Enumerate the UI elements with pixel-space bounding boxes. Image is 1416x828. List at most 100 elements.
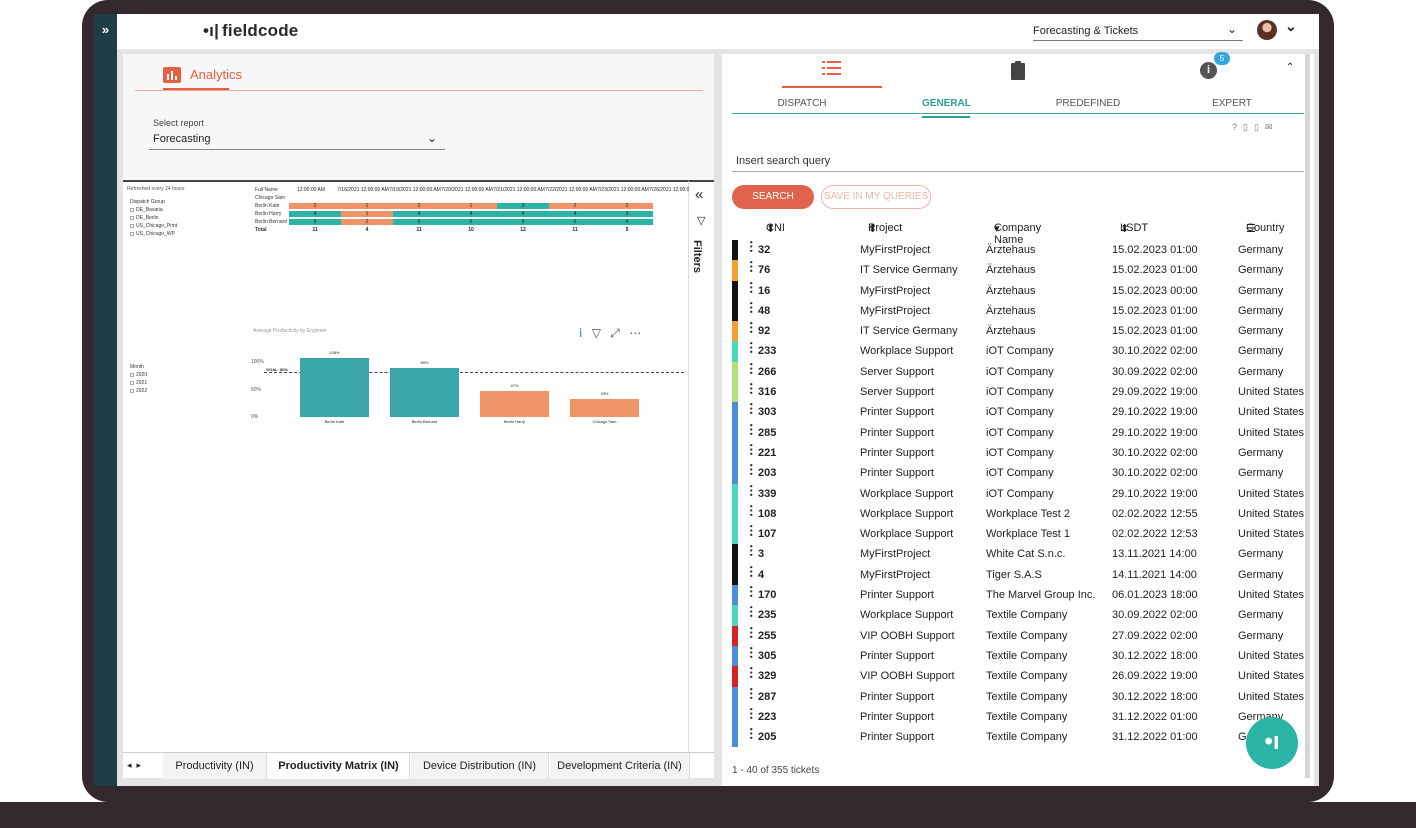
report-page-tab[interactable]: Productivity Matrix (IN) [268,753,410,779]
table-row[interactable]: ⋯ 303 Printer Support iOT Company 29.10.2022… [732,402,1314,423]
checkbox-icon[interactable] [130,372,134,377]
cell-company: iOT Company [986,467,1054,480]
collapse-left-icon[interactable]: « [695,186,703,203]
dispatch-group-slicer[interactable]: Dispatch Group DE_Bavaria DE_Berlin US_Chi… [130,199,177,239]
dispatch-group-option[interactable]: DE_Bavaria [130,207,177,213]
table-row[interactable]: ⋯ 48 MyFirstProject Ärztehaus 15.02.2023 01:… [732,300,1314,322]
fieldcode-logo[interactable]: •ı| fieldcode [203,21,298,41]
tab-general[interactable]: GENERAL [922,98,971,118]
table-row[interactable]: ⋯ 221 Printer Support iOT Company 30.10.2022… [732,442,1314,464]
cell-lsdt: 15.02.2023 01:00 [1112,325,1198,338]
chart-bar[interactable]: 33% Chicago Sam [570,391,639,424]
tab-dispatch[interactable]: DISPATCH [762,98,842,118]
user-menu-chevron-icon[interactable]: ⌄ [1285,18,1297,35]
table-row[interactable]: ⋯ 92 IT Service Germany Ärztehaus 15.02.2023… [732,321,1314,342]
cell-lsdt: 26.09.2022 19:00 [1112,670,1198,683]
checkbox-icon[interactable] [130,388,134,393]
chart-bar[interactable]: 47% Berlin Harry [480,383,549,424]
table-row[interactable]: ⋯ 170 Printer Support The Marvel Group Inc.… [732,585,1314,606]
table-row[interactable]: ⋯ 316 Server Support iOT Company 29.09.2022 … [732,382,1314,403]
col-company[interactable]: Company Name ▾ [994,222,1041,246]
project-color-strip [732,625,738,646]
table-row[interactable]: ⋯ 266 Server Support iOT Company 30.09.2022 … [732,361,1314,383]
cell-country: Germany [1238,345,1284,358]
table-row[interactable]: ⋯ 233 Workplace Support iOT Company 30.10.20… [732,341,1314,362]
query-tools-icons[interactable]: ?▯▯✉ [1232,122,1278,133]
select-report-dropdown[interactable]: Forecasting ⌄ [149,130,445,150]
table-row[interactable]: ⋯ 76 IT Service Germany Ärztehaus 15.02.2023… [732,260,1314,281]
table-row[interactable]: ⋯ 305 Printer Support Textile Company 30.12.… [732,645,1314,667]
table-row[interactable]: ⋯ 3 MyFirstProject White Cat S.n.c. 13.11.20… [732,544,1314,565]
table-row[interactable]: ⋯ 235 Workplace Support Textile Company 30.0… [732,605,1314,626]
table-row[interactable]: ⋯ 205 Printer Support Textile Company 31.12.… [732,727,1314,748]
table-row[interactable]: ⋯ 4 MyFirstProject Tiger S.A.S 14.11.2021 14… [732,564,1314,586]
chart-bar[interactable]: 89% Berlin Bernard [390,360,459,424]
table-row[interactable]: ⋯ 16 MyFirstProject Ärztehaus 15.02.2023 00:… [732,280,1314,301]
matrix-cell: 5 [549,219,601,225]
save-query-button[interactable]: SAVE IN MY QUERIES [821,185,931,209]
cell-country: United States [1238,670,1305,683]
table-row[interactable]: ⋯ 223 Printer Support Textile Company 31.12.… [732,706,1314,728]
scrollbar[interactable] [1305,54,1310,778]
table-row[interactable]: ⋯ 287 Printer Support Textile Company 30.12.… [732,686,1314,707]
info-icon[interactable]: i [1200,62,1217,79]
table-row[interactable]: ⋯ 255 VIP OOBH Support Textile Company 27.09… [732,625,1314,646]
clipboard-icon[interactable] [968,60,1068,88]
cell-project: Workplace Support [860,528,954,541]
cell-lsdt: 13.11.2021 14:00 [1112,548,1197,561]
col-country[interactable]: Country ☰ [1246,222,1285,235]
chart-bar[interactable]: 108% Berlin Kate [300,350,369,424]
table-row[interactable]: ⋯ 108 Workplace Support Workplace Test 2 02.… [732,503,1314,525]
avatar[interactable] [1257,20,1277,40]
notification-badge: 5 [1214,52,1230,65]
col-project[interactable]: Project ⬍ [868,222,902,235]
report-page-tab[interactable]: Development Criteria (IN) [550,753,690,779]
cell-lsdt: 30.10.2022 02:00 [1112,345,1198,358]
cell-company: iOT Company [986,446,1054,459]
cell-company: Workplace Test 1 [986,528,1070,541]
cell-country: United States [1238,406,1305,419]
table-row[interactable]: ⋯ 285 Printer Support iOT Company 29.10.2022… [732,422,1314,443]
collapse-up-icon[interactable]: ⌃ [1286,62,1294,73]
dispatch-group-option[interactable]: US_Chicago_Print [130,223,177,229]
project-color-strip [732,483,738,504]
table-row[interactable]: ⋯ 32 MyFirstProject Ärztehaus 15.02.2023 01:… [732,240,1314,261]
matrix-cell: 5 [445,219,497,225]
table-row[interactable]: ⋯ 339 Workplace Support iOT Company 29.10.20… [732,483,1314,504]
report-page-tab[interactable]: Device Distribution (IN) [411,753,549,779]
col-lsdt[interactable]: LSDT ⬍ [1120,222,1148,235]
checkbox-icon[interactable] [130,231,134,236]
context-select[interactable]: Forecasting & Tickets ⌄ [1033,22,1243,41]
tab-analytics[interactable]: Analytics [163,64,242,90]
search-button[interactable]: SEARCH [732,185,814,209]
checkbox-icon[interactable] [130,223,134,228]
month-option[interactable]: 2020 [130,372,147,378]
fieldcode-assistant-button[interactable]: •ı [1246,717,1298,769]
dispatch-group-option[interactable]: US_Chicago_WP [130,231,177,237]
checkbox-icon[interactable] [130,207,134,212]
filters-pane-collapsed[interactable]: « ▽ Filters [689,180,714,752]
tab-expert[interactable]: EXPERT [1192,98,1272,118]
report-page-tab[interactable]: Productivity (IN) [163,753,267,779]
table-row[interactable]: ⋯ 107 Workplace Support Workplace Test 1 02.… [732,524,1314,545]
dispatch-group-option[interactable]: DE_Berlin [130,215,177,221]
table-row[interactable]: ⋯ 203 Printer Support iOT Company 30.10.2022… [732,463,1314,484]
tab-predefined[interactable]: PREDEFINED [1048,98,1128,118]
matrix-date-header: 7/21/2021 12:00:00 AM [493,187,545,193]
expand-icon[interactable]: » [102,22,109,37]
search-input[interactable]: Insert search query [732,152,1304,172]
matrix-cell: 11 [312,227,318,233]
matrix-cell: 5 [393,219,445,225]
page-nav-arrows-icon[interactable]: ◂ ▸ [127,760,141,771]
cell-company: iOT Company [986,487,1054,500]
app-screen: » •ı| fieldcode Forecasting & Tickets ⌄ ⌄ … [94,14,1319,786]
table-row[interactable]: ⋯ 329 VIP OOBH Support Textile Company 26.09… [732,666,1314,687]
list-view-icon[interactable] [782,60,882,88]
month-option[interactable]: 2021 [130,380,147,386]
month-slicer[interactable]: Month 2020 2021 2022 [130,364,147,396]
checkbox-icon[interactable] [130,215,134,220]
checkbox-icon[interactable] [130,380,134,385]
report-page-tabs: ◂ ▸ Productivity (IN) Productivity Matrix… [123,752,714,779]
month-option[interactable]: 2022 [130,388,147,394]
col-cni[interactable]: CNI ⬍ [766,222,785,235]
